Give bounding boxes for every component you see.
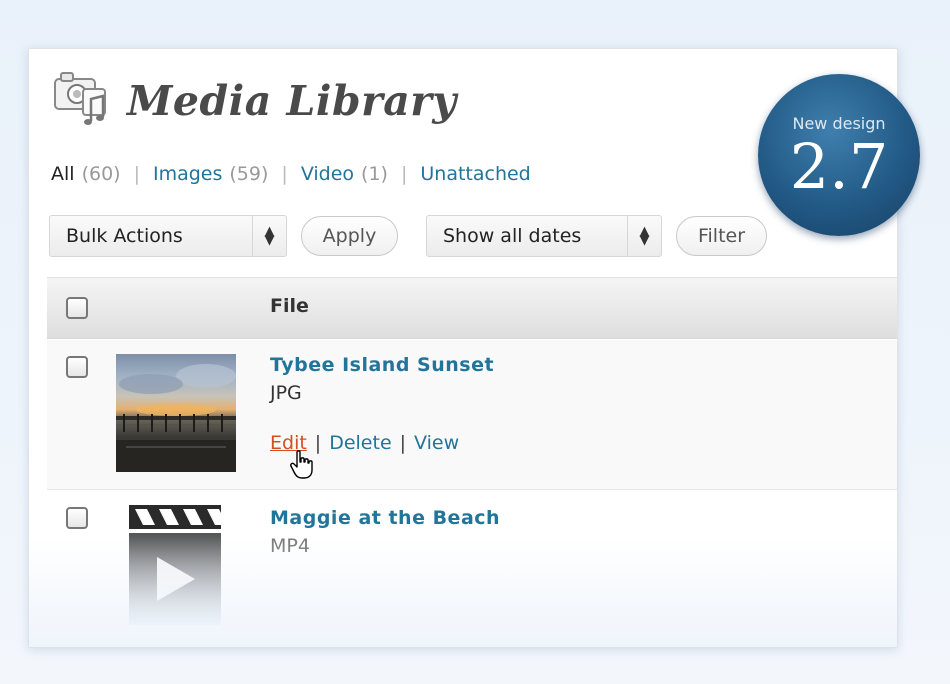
filter-button[interactable]: Filter (676, 216, 767, 256)
bulk-toolbar: Bulk Actions ▲ ▼ Apply Show all dates ▲ ▼ … (49, 215, 767, 257)
row-checkbox[interactable] (66, 507, 88, 529)
select-arrows-icon: ▲ ▼ (252, 216, 286, 256)
filter-all-count: (60) (81, 163, 121, 185)
bulk-actions-value: Bulk Actions (66, 225, 183, 247)
sunset-photo-thumbnail[interactable] (116, 354, 236, 472)
row-checkbox[interactable] (66, 356, 88, 378)
filter-video-count: (1) (361, 163, 388, 185)
page-title: Media Library (127, 77, 457, 125)
row-file-type: MP4 (270, 535, 310, 557)
video-clapperboard-icon[interactable] (129, 505, 221, 625)
row-file-type: JPG (270, 382, 302, 404)
table-row: Maggie at the Beach MP4 (47, 491, 897, 647)
filter-separator: | (281, 163, 288, 185)
row-title-link[interactable]: Maggie at the Beach (270, 507, 500, 529)
select-all-checkbox[interactable] (66, 297, 88, 319)
table-header: File (47, 277, 897, 339)
action-separator: | (314, 432, 322, 454)
badge-version: 2.7 (789, 130, 889, 203)
filter-separator: | (133, 163, 140, 185)
filter-images-count: (59) (229, 163, 269, 185)
bulk-actions-select[interactable]: Bulk Actions ▲ ▼ (49, 215, 287, 257)
view-link[interactable]: View (414, 432, 459, 454)
filter-unattached[interactable]: Unattached (420, 163, 530, 185)
filter-all[interactable]: All (51, 163, 75, 185)
apply-button[interactable]: Apply (301, 216, 398, 256)
column-header-file[interactable]: File (270, 295, 309, 317)
new-design-badge: New design 2.7 (758, 74, 920, 236)
dates-select[interactable]: Show all dates ▲ ▼ (426, 215, 662, 257)
select-arrows-icon: ▲ ▼ (627, 216, 661, 256)
page-header: Media Library (51, 69, 457, 133)
filter-video[interactable]: Video (301, 163, 354, 185)
action-separator: | (399, 432, 407, 454)
row-title-link[interactable]: Tybee Island Sunset (270, 354, 494, 376)
media-library-icon (51, 69, 115, 133)
filter-images[interactable]: Images (153, 163, 222, 185)
table-row: Tybee Island Sunset JPG Edit | Delete | View (47, 340, 897, 490)
hand-pointer-cursor-icon (290, 450, 314, 480)
filter-separator: | (400, 163, 408, 185)
dates-value: Show all dates (443, 225, 582, 247)
delete-link[interactable]: Delete (329, 432, 391, 454)
media-filter-links: All (60) | Images (59) | Video (1) | Una… (51, 163, 531, 185)
